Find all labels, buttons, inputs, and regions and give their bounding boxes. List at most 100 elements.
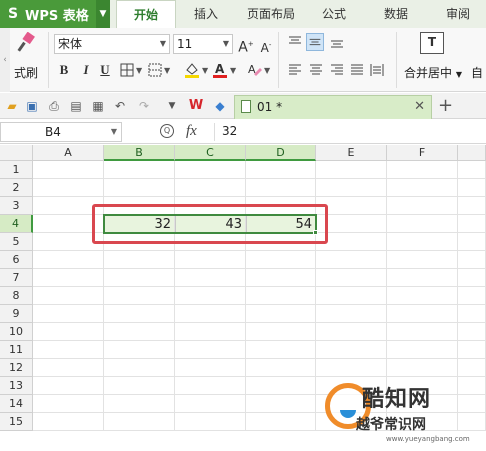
tab-insert[interactable]: 插入 [186,0,226,28]
ribbon-scroll-left-icon[interactable]: ‹ [0,28,10,92]
row-header-7[interactable]: 7 [0,269,33,287]
cell-d13[interactable] [246,377,316,395]
cell-g6[interactable] [458,251,486,269]
cell-d2[interactable] [246,179,316,197]
cell-g7[interactable] [458,269,486,287]
cell-c10[interactable] [175,323,246,341]
cell-g1[interactable] [458,161,486,179]
document-tab[interactable]: 01 * ✕ [234,95,432,119]
cell-b9[interactable] [104,305,175,323]
insert-function-button[interactable]: fx [186,123,197,140]
cell-f11[interactable] [387,341,458,359]
cell-g9[interactable] [458,305,486,323]
align-middle-icon[interactable] [306,33,324,51]
cell-c7[interactable] [175,269,246,287]
cell-c13[interactable] [175,377,246,395]
auto-wrap-button[interactable]: 自 [471,64,483,81]
fill-handle[interactable] [313,230,318,235]
tab-formula[interactable]: 公式 [314,0,354,28]
cell-c15[interactable] [175,413,246,431]
cell-a7[interactable] [33,269,104,287]
cell-g13[interactable] [458,377,486,395]
underline-button[interactable]: U [96,61,114,79]
cell-a5[interactable] [33,233,104,251]
column-header-a[interactable]: A [33,145,104,161]
chevron-down-icon[interactable]: ▼ [264,66,270,75]
cell-d4[interactable]: 54 [246,215,316,233]
merge-center-icon[interactable] [420,32,444,54]
cell-f9[interactable] [387,305,458,323]
cell-b6[interactable] [104,251,175,269]
tab-home[interactable]: 开始 [116,0,176,28]
app-menu-button[interactable]: S WPS 表格 ▼ [0,0,110,28]
align-right-icon[interactable] [330,63,344,77]
distributed-align-icon[interactable] [370,63,384,77]
column-header-f[interactable]: F [387,145,458,161]
cell-a4[interactable] [33,215,104,233]
row-header-15[interactable]: 15 [0,413,33,431]
cell-e4[interactable] [316,215,387,233]
print-preview-icon[interactable]: ⎙ [46,98,62,114]
save-icon[interactable]: ▣ [24,98,40,114]
tab-page-layout[interactable]: 页面布局 [238,0,304,28]
cell-b1[interactable] [104,161,175,179]
cell-a11[interactable] [33,341,104,359]
cell-d14[interactable] [246,395,316,413]
cell-d9[interactable] [246,305,316,323]
cell-f3[interactable] [387,197,458,215]
row-header-11[interactable]: 11 [0,341,33,359]
cell-f12[interactable] [387,359,458,377]
align-bottom-icon[interactable] [330,35,344,49]
clear-format-icon[interactable]: A [246,62,262,78]
chevron-down-icon[interactable]: ▼ [136,66,142,75]
cell-c12[interactable] [175,359,246,377]
cell-e11[interactable] [316,341,387,359]
cell-c2[interactable] [175,179,246,197]
merge-center-button[interactable]: 合并居中 ▼ [404,64,462,81]
cell-a2[interactable] [33,179,104,197]
cell-f1[interactable] [387,161,458,179]
cell-g8[interactable] [458,287,486,305]
borders-icon[interactable] [120,63,134,77]
cell-b15[interactable] [104,413,175,431]
cell-g2[interactable] [458,179,486,197]
justify-icon[interactable] [350,63,364,77]
select-all-corner[interactable] [0,145,33,161]
cell-a12[interactable] [33,359,104,377]
cell-c6[interactable] [175,251,246,269]
cell-a8[interactable] [33,287,104,305]
cell-f6[interactable] [387,251,458,269]
cell-b10[interactable] [104,323,175,341]
cell-c9[interactable] [175,305,246,323]
cell-c11[interactable] [175,341,246,359]
chevron-down-icon[interactable]: ▼ [164,98,180,114]
chevron-down-icon[interactable]: ▼ [230,66,236,75]
export-pdf-icon[interactable]: ▦ [90,98,106,114]
row-header-5[interactable]: 5 [0,233,33,251]
tab-review[interactable]: 审阅 [436,0,480,28]
cell-g10[interactable] [458,323,486,341]
cell-c1[interactable] [175,161,246,179]
cell-g5[interactable] [458,233,486,251]
format-painter-icon[interactable] [14,32,38,54]
cell-g15[interactable] [458,413,486,431]
bold-button[interactable]: B [55,61,73,79]
cell-b7[interactable] [104,269,175,287]
cell-e2[interactable] [316,179,387,197]
tab-data[interactable]: 数据 [374,0,418,28]
align-center-icon[interactable] [309,63,323,77]
align-top-icon[interactable] [288,35,302,49]
row-header-1[interactable]: 1 [0,161,33,179]
row-header-3[interactable]: 3 [0,197,33,215]
font-name-select[interactable]: 宋体 ▼ [54,34,170,54]
cell-a13[interactable] [33,377,104,395]
cell-f8[interactable] [387,287,458,305]
cell-d3[interactable] [246,197,316,215]
cell-d5[interactable] [246,233,316,251]
fill-color-icon[interactable] [184,61,200,79]
cell-e9[interactable] [316,305,387,323]
cell-e5[interactable] [316,233,387,251]
cell-e6[interactable] [316,251,387,269]
cell-style-icon[interactable] [148,63,162,77]
row-header-9[interactable]: 9 [0,305,33,323]
